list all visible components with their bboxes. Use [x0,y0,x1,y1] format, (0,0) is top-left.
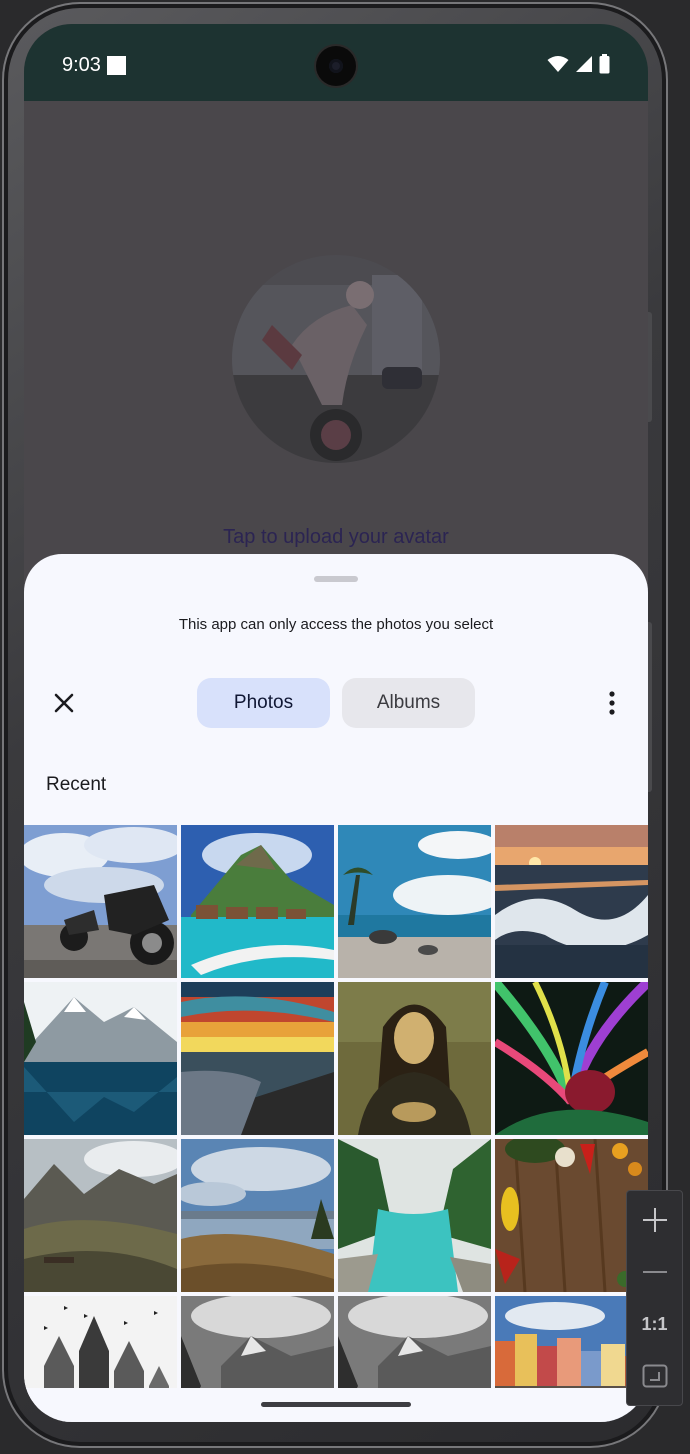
photo-thumbnail[interactable] [181,982,334,1135]
mountain-valley-photo [24,1139,177,1292]
photo-thumbnail[interactable] [495,982,648,1135]
close-icon [54,693,74,713]
photo-picker-sheet: This app can only access the photos you … [24,554,648,1422]
river-forest-photo [338,1139,491,1292]
battery-icon [599,54,610,74]
minus-icon [642,1271,667,1273]
status-icons [547,54,610,74]
home-indicator[interactable] [261,1402,411,1407]
beach-photo [338,825,491,978]
cellular-signal-icon [576,56,592,72]
actual-size-button[interactable]: 1:1 [627,1299,682,1349]
tab-albums-label: Albums [376,692,441,713]
device-frame: 9:03 Tap to upload your avatar This app … [2,2,668,1448]
phone-screen: 9:03 Tap to upload your avatar This app … [24,24,648,1422]
tropical-island-photo [181,825,334,978]
status-time: 9:03 [62,54,101,76]
front-camera [316,46,356,86]
fit-screen-button[interactable] [627,1351,682,1401]
photo-thumbnail[interactable] [24,982,177,1135]
tab-photos-label: Photos [233,692,294,713]
drag-handle[interactable] [314,576,358,582]
abstract-art-photo [495,982,648,1135]
section-recent-label: Recent [46,774,107,795]
avatar-photo [232,255,440,463]
sunset-sky-photo [181,982,334,1135]
plus-icon [642,1208,667,1232]
zoom-out-button[interactable] [627,1247,682,1297]
mountain-lake-photo [24,982,177,1135]
photo-thumbnail[interactable] [181,1139,334,1292]
avatar[interactable] [232,255,440,463]
close-button[interactable] [44,683,84,723]
more-options-button[interactable] [592,683,632,723]
actual-size-label: 1:1 [641,1313,668,1334]
navigation-bar [24,1388,648,1422]
photo-thumbnail[interactable] [181,825,334,978]
photo-thumbnail[interactable] [338,825,491,978]
photo-thumbnail[interactable] [338,1139,491,1292]
zoom-controls: 1:1 [626,1190,683,1406]
photo-thumbnail[interactable] [24,1139,177,1292]
more-vert-icon [609,691,615,715]
motorcycles-photo [24,825,177,978]
tab-photos[interactable]: Photos [197,678,330,728]
wifi-icon [547,56,569,72]
tab-albums[interactable]: Albums [342,678,475,728]
photo-thumbnail[interactable] [24,825,177,978]
ocean-sunset-photo [495,825,648,978]
photo-thumbnail[interactable] [495,825,648,978]
lake-landscape-photo [181,1139,334,1292]
avatar-upload-hint: Tap to upload your avatar [223,526,449,548]
access-notice: This app can only access the photos you … [178,616,494,633]
status-bar: 9:03 [24,24,648,101]
notification-icon [107,56,126,75]
fit-screen-icon [642,1364,667,1388]
photo-thumbnail[interactable] [338,982,491,1135]
mona-lisa-photo [338,982,491,1135]
zoom-in-button[interactable] [627,1195,682,1245]
